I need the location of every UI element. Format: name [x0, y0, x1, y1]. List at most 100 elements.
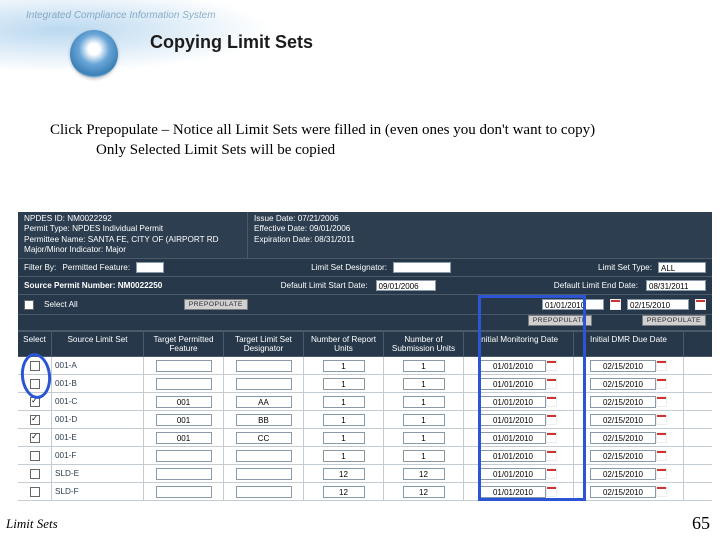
calendar-icon[interactable] [656, 468, 667, 479]
calendar-icon[interactable] [546, 432, 557, 443]
row-initial-dmr-due-date-input[interactable]: 02/15/2010 [590, 486, 656, 498]
calendar-icon[interactable] [656, 450, 667, 461]
row-select-checkbox[interactable] [30, 451, 40, 461]
row-initial-monitoring-date-input[interactable]: 01/01/2010 [480, 432, 546, 444]
page-number: 65 [692, 513, 710, 534]
row-report-units-input[interactable]: 1 [323, 396, 365, 408]
preset-initial-monitoring-date[interactable]: 01/01/2010 [542, 299, 604, 310]
row-source-limit-set: 001-A [52, 357, 144, 375]
calendar-icon[interactable] [546, 414, 557, 425]
calendar-icon[interactable] [546, 360, 557, 371]
calendar-icon[interactable] [656, 486, 667, 497]
row-submission-units-input[interactable]: 12 [403, 468, 445, 480]
prepopulate-idd-button[interactable]: PREPOPULATE [642, 315, 706, 326]
row-report-units-input[interactable]: 1 [323, 432, 365, 444]
row-select-checkbox[interactable] [30, 415, 40, 425]
row-initial-dmr-due-date-input[interactable]: 02/15/2010 [590, 378, 656, 390]
prepopulate-button[interactable]: PREPOPULATE [184, 299, 248, 310]
row-target-limit-set-designator-input[interactable]: BB [236, 414, 292, 426]
select-all-checkbox[interactable] [24, 300, 34, 310]
row-target-permitted-feature-input[interactable]: 001 [156, 414, 212, 426]
prepopulate-imd-button[interactable]: PREPOPULATE [528, 315, 592, 326]
row-target-permitted-feature-input[interactable] [156, 450, 212, 462]
row-initial-dmr-due-date-input[interactable]: 02/15/2010 [590, 414, 656, 426]
row-report-units-input[interactable]: 1 [323, 450, 365, 462]
row-report-units-input[interactable]: 1 [323, 378, 365, 390]
row-initial-monitoring-date-input[interactable]: 01/01/2010 [480, 360, 546, 372]
row-target-limit-set-designator-input[interactable] [236, 378, 292, 390]
limit-set-designator-label: Limit Set Designator: [311, 263, 387, 272]
row-initial-dmr-due-date-input[interactable]: 02/15/2010 [590, 468, 656, 480]
row-submission-units-input[interactable]: 1 [403, 360, 445, 372]
row-report-units-input[interactable]: 12 [323, 468, 365, 480]
default-limit-end-input[interactable]: 08/31/2011 [646, 280, 706, 291]
calendar-icon[interactable] [695, 299, 706, 310]
row-report-units-input[interactable]: 1 [323, 360, 365, 372]
row-report-units-input[interactable]: 12 [323, 486, 365, 498]
system-name: Integrated Compliance Information System [26, 10, 216, 21]
calendar-icon[interactable] [610, 299, 621, 310]
calendar-icon[interactable] [546, 486, 557, 497]
slide-title: Copying Limit Sets [150, 32, 313, 53]
row-initial-dmr-due-date-input[interactable]: 02/15/2010 [590, 396, 656, 408]
row-target-permitted-feature-input[interactable] [156, 486, 212, 498]
calendar-icon[interactable] [546, 396, 557, 407]
calendar-icon[interactable] [656, 396, 667, 407]
row-select-checkbox[interactable] [30, 397, 40, 407]
row-target-limit-set-designator-input[interactable] [236, 468, 292, 480]
row-submission-units-input[interactable]: 12 [403, 486, 445, 498]
default-limit-start-input[interactable]: 09/01/2006 [376, 280, 436, 291]
permit-meta-right: Issue Date: 07/21/2006 Effective Date: 0… [248, 212, 478, 258]
row-target-permitted-feature-input[interactable] [156, 360, 212, 372]
row-initial-dmr-due-date-input[interactable]: 02/15/2010 [590, 360, 656, 372]
preset-initial-dmr-due-date[interactable]: 02/15/2010 [627, 299, 689, 310]
row-source-limit-set: SLD-E [52, 465, 144, 483]
calendar-icon[interactable] [546, 468, 557, 479]
row-report-units-input[interactable]: 1 [323, 414, 365, 426]
row-initial-monitoring-date-input[interactable]: 01/01/2010 [480, 378, 546, 390]
row-target-limit-set-designator-input[interactable] [236, 360, 292, 372]
permitted-feature-input[interactable] [136, 262, 164, 273]
row-initial-monitoring-date-input[interactable]: 01/01/2010 [480, 450, 546, 462]
row-target-permitted-feature-input[interactable] [156, 468, 212, 480]
calendar-icon[interactable] [656, 414, 667, 425]
meta-permittee-name: Permittee Name: SANTA FE, CITY OF (AIRPO… [24, 235, 241, 245]
limit-set-type-select[interactable]: ALL [658, 262, 706, 273]
row-submission-units-input[interactable]: 1 [403, 432, 445, 444]
row-initial-monitoring-date-input[interactable]: 01/01/2010 [480, 468, 546, 480]
row-select-checkbox[interactable] [30, 433, 40, 443]
row-select-checkbox[interactable] [30, 361, 40, 371]
calendar-icon[interactable] [656, 432, 667, 443]
table-header: Select Source Limit Set Target Permitted… [18, 331, 712, 357]
row-initial-monitoring-date-input[interactable]: 01/01/2010 [480, 396, 546, 408]
row-select-checkbox[interactable] [30, 469, 40, 479]
calendar-icon[interactable] [656, 360, 667, 371]
col-source-limit-set: Source Limit Set [52, 332, 144, 356]
row-initial-dmr-due-date-input[interactable]: 02/15/2010 [590, 432, 656, 444]
row-target-permitted-feature-input[interactable]: 001 [156, 396, 212, 408]
limit-set-designator-input[interactable] [393, 262, 451, 273]
row-target-permitted-feature-input[interactable] [156, 378, 212, 390]
permitted-feature-label: Permitted Feature: [62, 263, 130, 272]
row-target-permitted-feature-input[interactable]: 001 [156, 432, 212, 444]
row-target-limit-set-designator-input[interactable]: AA [236, 396, 292, 408]
preset-buttons-row: PREPOPULATE PREPOPULATE [18, 315, 712, 331]
row-initial-monitoring-date-input[interactable]: 01/01/2010 [480, 414, 546, 426]
calendar-icon[interactable] [546, 378, 557, 389]
row-select-checkbox[interactable] [30, 379, 40, 389]
row-select-checkbox[interactable] [30, 487, 40, 497]
row-submission-units-input[interactable]: 1 [403, 414, 445, 426]
row-target-limit-set-designator-input[interactable] [236, 450, 292, 462]
row-initial-monitoring-date-input[interactable]: 01/01/2010 [480, 486, 546, 498]
row-submission-units-input[interactable]: 1 [403, 378, 445, 390]
row-target-limit-set-designator-input[interactable]: CC [236, 432, 292, 444]
calendar-icon[interactable] [656, 378, 667, 389]
row-submission-units-input[interactable]: 1 [403, 450, 445, 462]
row-submission-units-input[interactable]: 1 [403, 396, 445, 408]
meta-npdes-id: NPDES ID: NM0022292 [24, 214, 241, 224]
row-target-limit-set-designator-input[interactable] [236, 486, 292, 498]
calendar-icon[interactable] [546, 450, 557, 461]
filter-by-label: Filter By: [24, 263, 56, 272]
row-initial-dmr-due-date-input[interactable]: 02/15/2010 [590, 450, 656, 462]
permit-meta: NPDES ID: NM0022292 Permit Type: NPDES I… [18, 212, 712, 258]
